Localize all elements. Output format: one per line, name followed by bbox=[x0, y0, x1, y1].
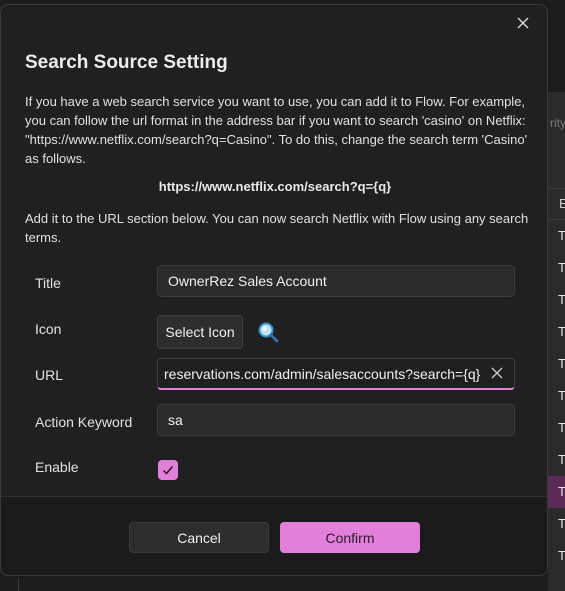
url-label: URL bbox=[35, 367, 64, 383]
dialog-description: If you have a web search service you wan… bbox=[25, 94, 528, 166]
action-keyword-label: Action Keyword bbox=[35, 414, 133, 430]
title-label: Title bbox=[35, 275, 61, 291]
title-input-value: OwnerRez Sales Account bbox=[168, 273, 327, 289]
dialog-footer: Cancel Confirm bbox=[1, 496, 547, 575]
dialog-description-2: Add it to the URL section below. You can… bbox=[25, 211, 529, 245]
background-row: T bbox=[558, 292, 565, 307]
background-row: T bbox=[558, 260, 565, 275]
background-header-text: E bbox=[559, 196, 565, 211]
search-icon bbox=[258, 322, 279, 343]
background-row: T bbox=[558, 516, 565, 531]
background-row: T bbox=[558, 228, 565, 243]
cancel-button[interactable]: Cancel bbox=[129, 522, 269, 553]
icon-label: Icon bbox=[35, 321, 62, 337]
background-row: T bbox=[558, 452, 565, 467]
close-button[interactable] bbox=[511, 11, 535, 35]
checkmark-icon bbox=[162, 466, 174, 475]
select-icon-button[interactable]: Select Icon bbox=[157, 315, 243, 349]
background-row: T bbox=[558, 420, 565, 435]
background-row: T bbox=[558, 484, 565, 499]
background-row: T bbox=[558, 324, 565, 339]
dialog-title: Search Source Setting bbox=[25, 52, 228, 73]
confirm-button[interactable]: Confirm bbox=[280, 522, 420, 553]
title-input[interactable]: OwnerRez Sales Account bbox=[157, 265, 515, 297]
url-input-value: reservations.com/admin/salesaccounts?sea… bbox=[164, 365, 481, 382]
background-row: T bbox=[558, 356, 565, 371]
clear-icon[interactable] bbox=[490, 366, 504, 380]
action-keyword-value: sa bbox=[168, 412, 183, 428]
enable-label: Enable bbox=[35, 459, 79, 475]
close-icon bbox=[517, 17, 529, 29]
action-keyword-input[interactable]: sa bbox=[157, 404, 515, 436]
enable-checkbox[interactable] bbox=[158, 460, 178, 480]
url-input[interactable]: reservations.com/admin/salesaccounts?sea… bbox=[157, 358, 515, 390]
background-partial-text: rity bbox=[550, 116, 565, 130]
background-row: T bbox=[558, 548, 565, 563]
background-divider bbox=[18, 578, 19, 591]
example-url: https://www.netflix.com/search?q={q} bbox=[158, 179, 392, 194]
background-row: T bbox=[558, 388, 565, 403]
search-source-dialog: Search Source Setting If you have a web … bbox=[0, 4, 548, 576]
